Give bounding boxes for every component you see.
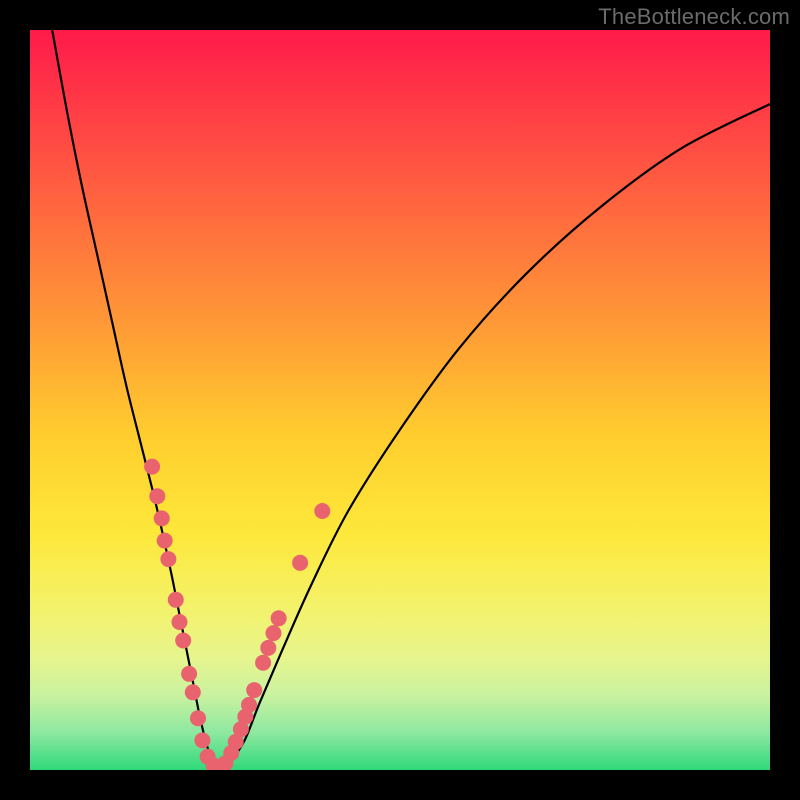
- data-marker: [168, 592, 184, 608]
- data-marker: [246, 682, 262, 698]
- plot-area: [30, 30, 770, 770]
- data-marker: [144, 459, 160, 475]
- data-marker: [160, 551, 176, 567]
- watermark-text: TheBottleneck.com: [598, 4, 790, 30]
- data-marker: [185, 684, 201, 700]
- data-marker: [149, 488, 165, 504]
- data-marker: [171, 614, 187, 630]
- data-marker: [271, 610, 287, 626]
- data-marker: [154, 510, 170, 526]
- data-marker: [241, 697, 257, 713]
- bottleneck-curve: [52, 30, 770, 770]
- data-marker: [190, 710, 206, 726]
- data-marker: [255, 655, 271, 671]
- data-marker: [157, 533, 173, 549]
- chart-frame: TheBottleneck.com: [0, 0, 800, 800]
- data-marker: [292, 555, 308, 571]
- data-marker: [194, 732, 210, 748]
- data-marker: [314, 503, 330, 519]
- data-marker: [260, 640, 276, 656]
- data-marker: [175, 633, 191, 649]
- data-markers: [144, 459, 330, 770]
- data-marker: [181, 666, 197, 682]
- data-marker: [265, 625, 281, 641]
- chart-svg: [30, 30, 770, 770]
